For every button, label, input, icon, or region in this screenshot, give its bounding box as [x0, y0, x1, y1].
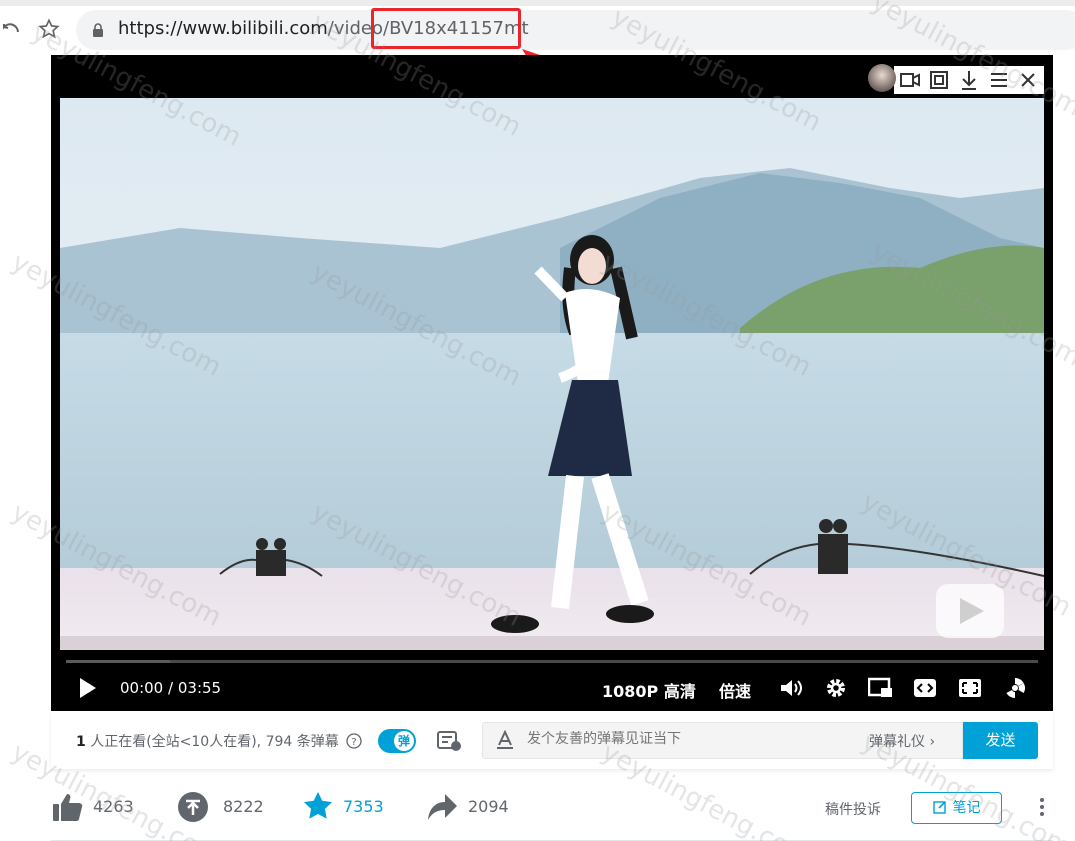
progress-bar[interactable] — [66, 660, 1038, 663]
share-icon[interactable] — [426, 792, 458, 822]
web-fullscreen-icon[interactable] — [958, 677, 982, 699]
favorite-star-icon[interactable] — [302, 790, 334, 822]
send-danmaku-button[interactable]: 发送 — [963, 722, 1038, 759]
avatar[interactable] — [868, 64, 896, 92]
danmaku-etiquette-link[interactable]: 弹幕礼仪 › — [869, 731, 935, 751]
close-icon[interactable] — [1020, 72, 1036, 88]
time-display: 00:00 / 03:55 — [120, 679, 221, 697]
report-link[interactable]: 稿件投诉 — [825, 799, 881, 819]
lock-icon — [93, 23, 103, 37]
danmaku-toggle-label: 弹 — [394, 731, 414, 751]
tab-strip-edge — [0, 0, 1075, 6]
video-frame[interactable] — [60, 98, 1044, 650]
back-icon[interactable] — [0, 18, 20, 40]
progress-buffered — [66, 660, 170, 663]
viewer-status: 1 人正在看(全站<10人在看), 794 条弹幕 — [76, 731, 339, 751]
help-icon[interactable]: ? — [346, 733, 362, 749]
favorite-count: 7353 — [343, 797, 384, 816]
like-count: 4263 — [93, 797, 134, 816]
lake — [60, 333, 1044, 578]
menu-icon[interactable] — [990, 72, 1008, 88]
danmaku-input[interactable] — [527, 731, 847, 747]
more-icon[interactable] — [1038, 797, 1046, 817]
share-count: 2094 — [468, 797, 509, 816]
download-icon[interactable] — [960, 70, 978, 90]
pier-edge — [60, 636, 1044, 650]
video-id-highlight-box — [371, 8, 521, 49]
time-total: 03:55 — [177, 679, 222, 697]
quality-selector[interactable]: 1080P 高清 — [602, 678, 696, 702]
time-current: 00:00 — [120, 679, 164, 697]
speed-selector[interactable]: 倍速 — [719, 678, 751, 702]
url-host: https://www.bilibili.com — [118, 18, 328, 39]
volume-icon[interactable] — [779, 677, 803, 699]
viewer-count: 1 — [76, 734, 86, 750]
danmaku-toggle[interactable]: 弹 — [378, 729, 416, 753]
play-icon[interactable] — [78, 676, 98, 700]
coin-icon[interactable] — [177, 791, 209, 823]
edit-icon — [932, 801, 946, 814]
mini-toolbar — [866, 62, 1044, 96]
svg-text:?: ? — [351, 737, 356, 748]
settings-gear-icon[interactable] — [824, 676, 848, 700]
page: https://www.bilibili.com/video/BV18x4115… — [0, 0, 1075, 841]
like-icon[interactable] — [52, 792, 84, 822]
time-separator: / — [168, 679, 174, 697]
danmaku-settings-icon[interactable] — [437, 730, 463, 752]
picture-in-picture-icon[interactable] — [868, 677, 894, 699]
danmaku-style-icon[interactable] — [495, 730, 515, 750]
watermark-play-logo — [936, 584, 1004, 638]
viewer-text: 人正在看(全站<10人在看), 794 条弹幕 — [85, 734, 339, 750]
note-button-label: 笔记 — [952, 800, 981, 816]
bookmark-star-icon[interactable] — [38, 18, 60, 40]
note-button[interactable]: 笔记 — [911, 792, 1002, 824]
fullscreen-icon[interactable] — [1003, 676, 1027, 700]
screenshot-icon[interactable] — [930, 71, 948, 89]
coin-count: 8222 — [223, 797, 264, 816]
widescreen-icon[interactable] — [913, 677, 937, 699]
record-icon[interactable] — [900, 72, 920, 88]
